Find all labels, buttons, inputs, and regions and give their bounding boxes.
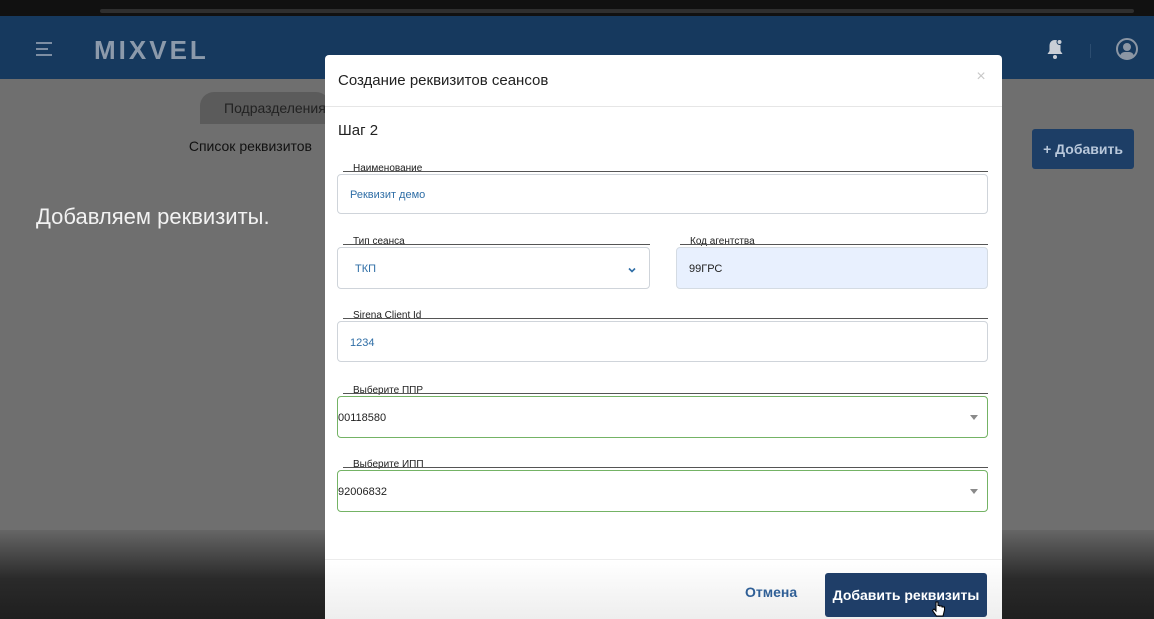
ipp-label-line <box>343 467 988 468</box>
name-label-line <box>343 171 988 172</box>
dropdown-caret-icon <box>970 415 978 420</box>
hand-cursor-icon <box>931 601 945 617</box>
agency-code-value: 99ГРС <box>689 263 723 275</box>
sirena-client-id-input[interactable]: 1234 <box>337 321 988 362</box>
close-icon[interactable]: × <box>973 69 989 85</box>
tab-departments[interactable]: Подразделения <box>200 92 330 124</box>
hamburger-icon[interactable] <box>36 41 52 57</box>
ipp-value: 92006832 <box>338 486 387 498</box>
user-circle-icon[interactable] <box>1116 38 1138 60</box>
modal-title: Создание реквизитов сеансов <box>338 72 549 89</box>
session-type-value: ТКП <box>355 263 377 275</box>
add-requisites-button[interactable]: Добавить реквизиты <box>825 573 987 617</box>
mixvel-logo[interactable]: MIXVEL <box>94 35 209 65</box>
agency-code-label-line <box>680 244 988 245</box>
sirena-label-line <box>343 318 988 319</box>
name-value: Реквизит демо <box>350 189 426 201</box>
screen: MIXVEL Подразделения Список реквизитов +… <box>0 0 1154 619</box>
modal-header: Создание реквизитов сеансов × <box>325 55 1002 107</box>
navbar-divider <box>1090 44 1091 58</box>
video-caption: Добавляем реквизиты. <box>36 204 270 229</box>
hamburger-line <box>36 54 52 56</box>
add-button[interactable]: + Добавить <box>1032 129 1134 169</box>
chevron-down-icon <box>628 267 636 273</box>
ipp-select[interactable]: 92006832 <box>337 470 988 512</box>
bell-icon[interactable] <box>1046 38 1064 60</box>
session-type-select[interactable]: ТКП <box>337 247 650 289</box>
sirena-client-id-value: 1234 <box>350 337 375 349</box>
cancel-button[interactable]: Отмена <box>745 582 797 602</box>
agency-code-input[interactable]: 99ГРС <box>676 247 988 289</box>
logo-text: MIXVEL <box>94 35 209 65</box>
ppr-select[interactable]: 00118580 <box>337 396 988 438</box>
hamburger-line <box>36 48 48 50</box>
window-top-frame <box>0 0 1154 16</box>
ppr-value: 00118580 <box>338 412 387 424</box>
requisites-list-label: Список реквизитов <box>188 138 312 154</box>
hamburger-line <box>36 42 52 44</box>
top-frame-line <box>100 9 1134 13</box>
ppr-label-line <box>343 393 988 394</box>
step-label: Шаг 2 <box>338 122 379 139</box>
dropdown-caret-icon <box>970 489 978 494</box>
create-requisites-modal: Создание реквизитов сеансов × Шаг 2 Наим… <box>325 55 1002 619</box>
name-input[interactable]: Реквизит демо <box>337 174 988 214</box>
session-type-label-line <box>343 244 650 245</box>
